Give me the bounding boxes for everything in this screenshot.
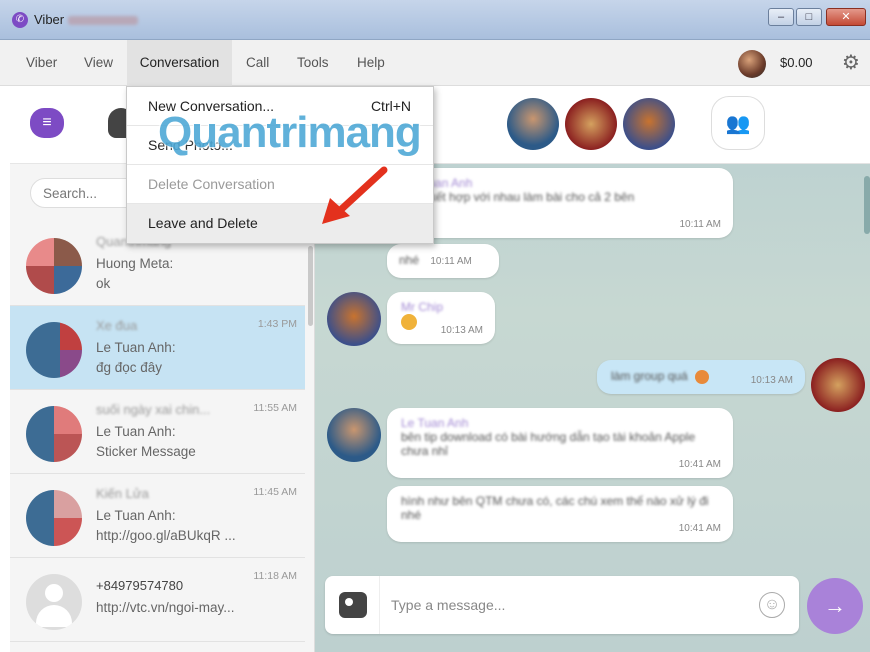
group-avatar [26,322,82,378]
account-balance[interactable]: $0.00 [780,40,813,86]
menu-call[interactable]: Call [234,40,281,86]
emoji-icon [401,314,417,330]
menu-conversation[interactable]: Conversation [127,40,232,86]
composer-divider [379,576,380,634]
message-bubble: Le Tuan Anh bên tip download có bài hướn… [387,408,733,478]
conversation-sender: Le Tuan Anh: [96,508,176,523]
smiley-icon[interactable]: ☺ [759,592,785,618]
conversation-item-selected[interactable]: Xe đua Le Tuan Anh: đg đọc đây 1:43 PM [10,306,305,390]
send-arrow-icon[interactable]: → [807,578,863,634]
menu-bar: Viber View Conversation Call Tools Help … [0,40,870,86]
message-composer: ☺ [325,576,799,634]
group-avatar [26,406,82,462]
watermark: Quantrimang [158,108,422,157]
photo-icon[interactable] [339,592,367,618]
conversation-name: Xe đua [96,318,138,333]
conversation-preview: ok [96,276,111,291]
conversation-name: suối ngày xai chin... [96,402,211,417]
conversation-item[interactable]: Kiến Lửa Le Tuan Anh: http://goo.gl/aBUk… [10,474,305,558]
close-button[interactable]: ✕ [826,8,866,26]
chat-bubble-icon[interactable]: ≡ [30,108,64,138]
maximize-button[interactable]: □ [796,8,822,26]
sender-avatar[interactable] [327,292,381,346]
participants-icon[interactable]: 👥 [711,96,765,150]
group-avatar [26,238,82,294]
viber-logo-icon: ✆ [12,12,28,28]
sidebar-scrollbar[interactable] [308,246,313,326]
title-bar: ✆ Viber – □ ✕ [0,0,870,40]
group-avatar [26,490,82,546]
conversation-name: +84979574780 [96,578,184,593]
conversation-preview: http://goo.gl/aBUkqR ... [96,528,236,543]
menu-view[interactable]: View [72,40,125,86]
sender-avatar[interactable] [327,408,381,462]
participant-avatar[interactable] [623,98,675,150]
conversation-preview: http://vtc.vn/ngoi-may... [96,600,235,615]
conversation-time: 1:43 PM [257,318,297,330]
participant-avatar[interactable] [565,98,617,150]
conversation-time: 11:55 AM [253,402,297,414]
message-bubble: Le Tuan Anh ừng kết hợp với nhau làm bài… [391,168,733,238]
menu-help[interactable]: Help [345,40,397,86]
minimize-button[interactable]: – [768,8,794,26]
conversation-sender: Le Tuan Anh: [96,340,176,355]
message-bubble: Mr Chip 10:13 AM [387,292,495,344]
conversation-item[interactable]: suối ngày xai chin... Le Tuan Anh: Stick… [10,390,305,474]
message-bubble: nhé 10:11 AM [387,244,499,278]
chat-scrollbar[interactable] [864,176,870,234]
conversation-sender: Le Tuan Anh: [96,424,176,439]
own-avatar[interactable] [811,358,865,412]
red-arrow-icon [322,166,388,224]
gear-icon[interactable]: ⚙ [840,52,862,74]
conversation-preview: đg đọc đây [96,360,163,375]
message-bubble-outgoing: làm group quá 10:13 AM [597,360,805,394]
message-input[interactable] [391,591,741,619]
conversation-preview: Sticker Message [96,444,196,459]
menu-tools[interactable]: Tools [285,40,341,86]
window-title: Viber [34,12,139,27]
menu-viber[interactable]: Viber [14,40,69,86]
default-avatar-icon [26,574,82,630]
emoji-icon [695,369,710,384]
conversation-name: Kiến Lửa [96,486,149,501]
account-avatar[interactable] [738,50,766,78]
conversation-time: 11:45 AM [253,486,297,498]
conversation-sender: Huong Meta: [96,256,174,271]
conversation-time: 11:18 AM [253,570,297,582]
conversation-item[interactable]: +84979574780 http://vtc.vn/ngoi-may... 1… [10,558,305,642]
participant-avatar[interactable] [507,98,559,150]
message-bubble: hình như bên QTM chưa có, các chú xem th… [387,486,733,542]
